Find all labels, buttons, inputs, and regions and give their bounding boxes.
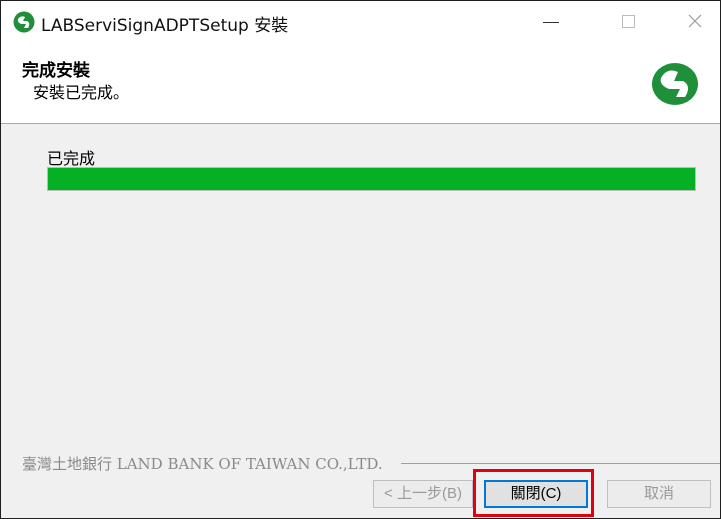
progress-bar [47, 167, 696, 191]
minimize-button[interactable] [527, 1, 573, 41]
title-bar[interactable]: LABServiSignADPTSetup 安裝 [1, 1, 720, 41]
header-subtitle: 安裝已完成。 [33, 83, 130, 102]
branding-divider [401, 463, 720, 464]
installer-window: LABServiSignADPTSetup 安裝 完成安裝 安裝已完成。 已完成… [0, 0, 721, 519]
progress-fill [48, 168, 695, 190]
close-window-button[interactable] [672, 1, 718, 41]
branding-text: 臺灣土地銀行 LAND BANK OF TAIWAN CO.,LTD. [22, 455, 383, 473]
close-button[interactable]: 關閉(C) [484, 480, 588, 508]
maximize-button[interactable] [605, 1, 651, 41]
back-button[interactable]: < 上一步(B) [373, 480, 473, 508]
wizard-header: 完成安裝 安裝已完成。 [1, 41, 720, 124]
minimize-icon [543, 22, 559, 23]
header-title: 完成安裝 [22, 61, 90, 81]
close-icon [688, 14, 702, 28]
status-label: 已完成 [47, 149, 96, 168]
maximize-icon [622, 15, 635, 28]
app-logo-icon [13, 11, 35, 33]
land-bank-logo-icon [652, 63, 698, 105]
cancel-button[interactable]: 取消 [607, 480, 711, 508]
window-title: LABServiSignADPTSetup 安裝 [41, 16, 289, 36]
